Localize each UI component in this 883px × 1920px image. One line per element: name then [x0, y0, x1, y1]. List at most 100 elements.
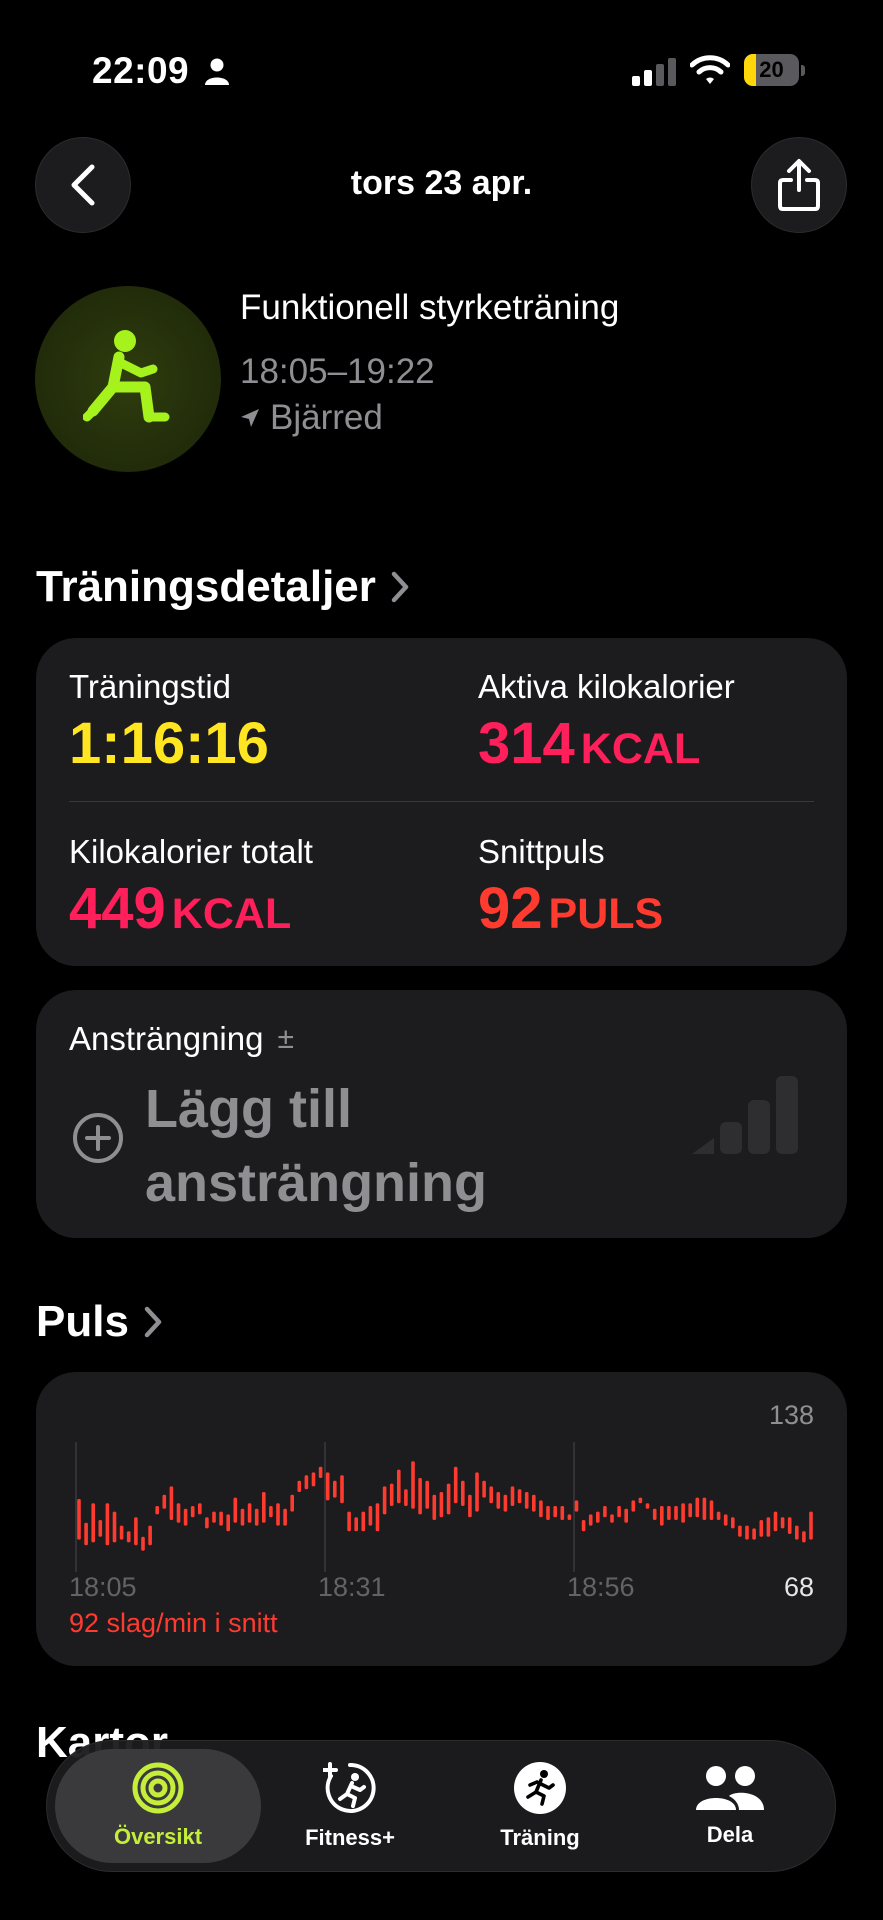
- heart-rate-bar: [333, 1480, 337, 1498]
- heart-rate-bar: [297, 1480, 302, 1492]
- heart-rate-bar: [702, 1497, 707, 1520]
- heart-rate-bar: [453, 1466, 458, 1504]
- metric-unit: KCAL: [580, 725, 701, 773]
- heart-rate-chart: [75, 1442, 813, 1572]
- heart-rate-bar: [787, 1517, 792, 1534]
- heart-rate-bar: [688, 1503, 692, 1518]
- battery-level: 20: [759, 57, 784, 82]
- effort-card[interactable]: Ansträngning ± Lägg till ansträngning: [36, 990, 847, 1238]
- heart-rate-bar: [695, 1497, 700, 1518]
- effort-label-text: Ansträngning: [69, 1020, 264, 1057]
- heart-rate-bar: [311, 1472, 316, 1487]
- heart-rate-bar: [361, 1511, 366, 1532]
- metric-training-time: Träningstid 1:16:16: [69, 668, 269, 777]
- plus-circle-icon[interactable]: [72, 1112, 124, 1164]
- heart-rate-bar: [532, 1494, 536, 1512]
- chevron-right-icon: [391, 571, 409, 603]
- heart-rate-bar: [190, 1506, 195, 1518]
- workout-location-label: Bjärred: [270, 398, 383, 437]
- heart-rate-bar: [112, 1511, 117, 1543]
- heart-rate-bar: [283, 1508, 287, 1526]
- heart-rate-bar: [503, 1494, 508, 1512]
- tab-overview[interactable]: Översikt: [55, 1749, 261, 1863]
- heart-rate-bar: [105, 1503, 110, 1546]
- heart-rate-bar: [752, 1528, 756, 1540]
- heart-rate-bar: [269, 1506, 273, 1518]
- section-title-training-details: Träningsdetaljer: [36, 562, 376, 611]
- heart-rate-bar: [596, 1511, 600, 1523]
- heart-rate-bar: [795, 1525, 799, 1540]
- battery-indicator: 20: [744, 54, 805, 86]
- heart-rate-bar: [276, 1503, 280, 1526]
- functional-strength-icon: [35, 286, 221, 472]
- heart-rate-bar: [738, 1525, 742, 1537]
- heart-rate-bar: [731, 1517, 735, 1529]
- heart-rate-bar: [588, 1514, 593, 1526]
- heart-rate-bar: [674, 1506, 678, 1520]
- workout-runner-icon: [514, 1762, 566, 1814]
- metric-value: 92 PULS: [478, 876, 664, 941]
- person-icon: [205, 58, 229, 85]
- heart-rate-bar: [134, 1517, 138, 1546]
- tab-sharing[interactable]: Dela: [627, 1749, 833, 1863]
- heart-rate-bar: [468, 1494, 472, 1518]
- heart-rate-bar: [524, 1492, 529, 1509]
- heart-rate-bar: [709, 1500, 714, 1520]
- heart-rate-bar: [262, 1492, 266, 1523]
- training-details-card[interactable]: Träningstid 1:16:16 Aktiva kilokalorier …: [36, 638, 847, 966]
- heart-rate-bar: [119, 1525, 124, 1540]
- heart-rate-bar: [617, 1506, 621, 1518]
- heart-rate-bar: [226, 1514, 230, 1532]
- chart-tick-label: 18:31: [318, 1572, 386, 1602]
- heart-rate-bar: [560, 1506, 565, 1520]
- tab-fitness-plus[interactable]: Fitness+: [247, 1749, 453, 1863]
- section-title-heart-rate: Puls: [36, 1297, 129, 1346]
- heart-rate-bar: [780, 1517, 785, 1529]
- heart-rate-bar: [766, 1517, 771, 1537]
- heart-rate-bar: [745, 1525, 749, 1540]
- heart-rate-bar: [155, 1506, 159, 1515]
- section-training-details[interactable]: Träningsdetaljer: [36, 562, 410, 612]
- heart-rate-bar: [219, 1511, 223, 1526]
- heart-rate-bar: [389, 1483, 394, 1506]
- chevron-right-icon: [144, 1306, 162, 1338]
- heart-rate-bar: [603, 1506, 607, 1518]
- heart-rate-bar: [510, 1486, 515, 1506]
- heart-rate-bar: [475, 1472, 479, 1512]
- heart-rate-bar: [624, 1508, 628, 1523]
- section-heart-rate[interactable]: Puls: [36, 1297, 163, 1347]
- heart-rate-bar: [681, 1503, 685, 1523]
- heart-rate-bar: [759, 1520, 764, 1537]
- heart-rate-bar: [489, 1486, 493, 1504]
- metric-total-kcal: Kilokalorier totalt 449 KCAL: [69, 833, 313, 942]
- heart-rate-bar: [247, 1503, 252, 1523]
- heart-rate-bar: [610, 1514, 614, 1523]
- heart-rate-bar: [91, 1503, 95, 1543]
- share-button[interactable]: [751, 137, 847, 233]
- heart-rate-bar: [148, 1525, 152, 1546]
- effort-scale-icon: [692, 1076, 798, 1154]
- metric-unit: KCAL: [171, 890, 292, 938]
- people-icon: [696, 1766, 764, 1810]
- heart-rate-bar: [254, 1508, 259, 1526]
- heart-rate-bar: [212, 1511, 216, 1523]
- metric-avg-heart-rate: Snittpuls 92 PULS: [478, 833, 663, 942]
- metric-value: 1:16:16: [69, 711, 269, 776]
- heart-rate-card[interactable]: 138 18:05 18:31 18:56 68 92 slag/min i s…: [36, 1372, 847, 1666]
- heart-rate-bar: [802, 1531, 806, 1543]
- heart-rate-bar: [446, 1483, 451, 1515]
- chart-tick-label: 18:05: [69, 1572, 137, 1602]
- effort-info-icon[interactable]: ±: [277, 1022, 293, 1056]
- heart-rate-bar: [169, 1486, 174, 1520]
- add-effort-button[interactable]: Lägg till ansträngning: [145, 1072, 565, 1220]
- heart-rate-bar: [773, 1511, 778, 1532]
- heart-rate-bar: [581, 1520, 586, 1532]
- heart-rate-bar: [375, 1503, 380, 1532]
- chart-tick-label: 18:56: [567, 1572, 635, 1602]
- wifi-icon: [690, 55, 730, 84]
- heart-rate-bar: [539, 1500, 543, 1518]
- heart-rate-bar: [84, 1522, 88, 1546]
- tab-label: Fitness+: [305, 1825, 395, 1850]
- tab-workout[interactable]: Träning: [437, 1749, 643, 1863]
- heart-rate-bar: [667, 1506, 671, 1520]
